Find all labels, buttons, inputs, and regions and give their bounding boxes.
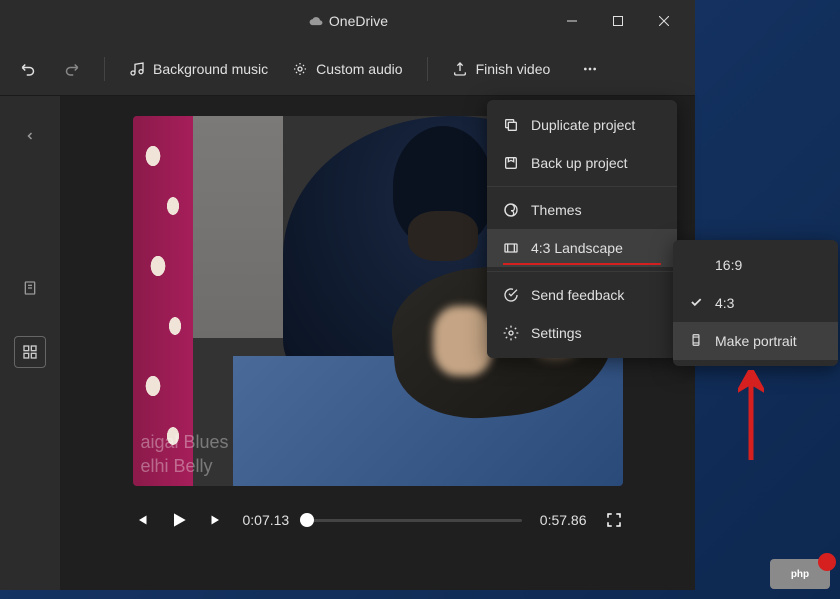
menu-item-feedback[interactable]: Send feedback bbox=[487, 276, 677, 314]
window-title: OneDrive bbox=[148, 13, 549, 29]
music-icon bbox=[129, 61, 145, 77]
menu-item-backup[interactable]: Back up project bbox=[487, 144, 677, 182]
sidebar-grid-button[interactable] bbox=[14, 336, 46, 368]
site-watermark: php bbox=[770, 559, 830, 589]
duplicate-icon bbox=[503, 117, 519, 133]
minimize-button[interactable] bbox=[549, 5, 595, 37]
finish-video-button[interactable]: Finish video bbox=[452, 61, 551, 77]
themes-icon bbox=[503, 202, 519, 218]
fullscreen-button[interactable] bbox=[605, 511, 623, 529]
submenu-item-portrait[interactable]: Make portrait bbox=[673, 322, 838, 360]
annotation-arrow bbox=[738, 370, 764, 460]
progress-bar[interactable] bbox=[307, 519, 522, 522]
aspect-ratio-icon bbox=[503, 240, 519, 256]
sidebar-back-button[interactable] bbox=[14, 120, 46, 152]
more-options-button[interactable] bbox=[574, 57, 606, 81]
cloud-icon bbox=[309, 14, 323, 28]
audio-icon bbox=[292, 61, 308, 77]
prev-frame-button[interactable] bbox=[133, 511, 151, 529]
sidebar-document-button[interactable] bbox=[14, 272, 46, 304]
check-icon bbox=[689, 295, 705, 311]
total-time: 0:57.86 bbox=[540, 512, 587, 528]
play-button[interactable] bbox=[169, 510, 189, 530]
settings-icon bbox=[503, 325, 519, 341]
menu-item-duplicate[interactable]: Duplicate project bbox=[487, 106, 677, 144]
aspect-ratio-submenu: 16:9 4:3 Make portrait bbox=[673, 240, 838, 366]
menu-item-settings[interactable]: Settings bbox=[487, 314, 677, 352]
close-button[interactable] bbox=[641, 5, 687, 37]
menu-item-aspect-ratio[interactable]: 4:3 Landscape bbox=[487, 229, 677, 267]
portrait-icon bbox=[689, 333, 705, 349]
more-options-menu: Duplicate project Back up project Themes… bbox=[487, 100, 677, 358]
background-music-button[interactable]: Background music bbox=[129, 61, 268, 77]
player-controls: 0:07.13 0:57.86 bbox=[133, 510, 623, 530]
redo-button[interactable] bbox=[62, 60, 80, 78]
feedback-icon bbox=[503, 287, 519, 303]
sidebar bbox=[0, 96, 60, 590]
submenu-item-169[interactable]: 16:9 bbox=[673, 246, 838, 284]
backup-icon bbox=[503, 155, 519, 171]
video-watermark: aigal Blues elhi Belly bbox=[141, 431, 229, 478]
export-icon bbox=[452, 61, 468, 77]
app-window: OneDrive Background music C bbox=[0, 0, 695, 590]
custom-audio-button[interactable]: Custom audio bbox=[292, 61, 402, 77]
toolbar: Background music Custom audio Finish vid… bbox=[0, 42, 695, 96]
maximize-button[interactable] bbox=[595, 5, 641, 37]
undo-button[interactable] bbox=[20, 60, 38, 78]
current-time: 0:07.13 bbox=[243, 512, 290, 528]
progress-thumb[interactable] bbox=[300, 513, 314, 527]
submenu-item-43[interactable]: 4:3 bbox=[673, 284, 838, 322]
titlebar: OneDrive bbox=[0, 0, 695, 42]
menu-item-themes[interactable]: Themes bbox=[487, 191, 677, 229]
next-frame-button[interactable] bbox=[207, 511, 225, 529]
